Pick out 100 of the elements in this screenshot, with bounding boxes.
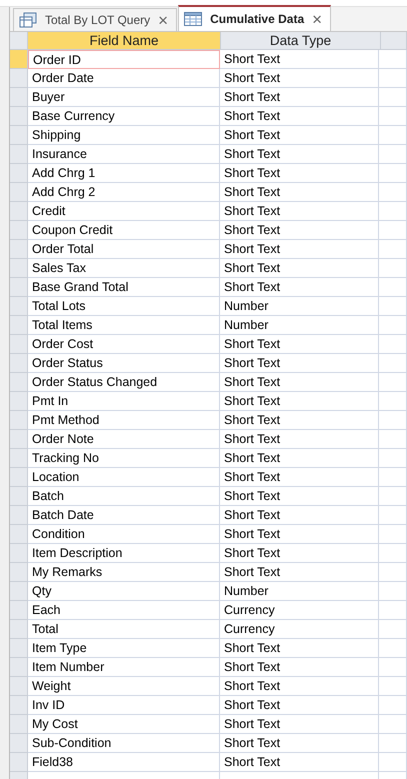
data-type-cell[interactable]: Short Text — [220, 658, 379, 677]
row-selector[interactable] — [10, 430, 28, 449]
description-cell[interactable] — [379, 240, 407, 259]
row-selector[interactable] — [10, 582, 28, 601]
description-cell[interactable] — [379, 164, 407, 183]
row-selector[interactable] — [10, 164, 28, 183]
row-selector[interactable] — [10, 69, 28, 88]
data-type-cell[interactable]: Short Text — [220, 373, 379, 392]
row-selector[interactable] — [10, 620, 28, 639]
description-cell[interactable] — [379, 582, 407, 601]
row-selector[interactable] — [10, 525, 28, 544]
row-selector[interactable] — [10, 506, 28, 525]
close-icon[interactable]: × — [312, 10, 322, 28]
field-name-cell[interactable]: Total Lots — [28, 297, 220, 316]
data-type-cell[interactable]: Short Text — [220, 563, 379, 582]
data-type-cell[interactable]: Currency — [220, 620, 379, 639]
data-type-cell[interactable]: Short Text — [220, 525, 379, 544]
field-name-cell[interactable]: Coupon Credit — [28, 221, 220, 240]
close-icon[interactable]: × — [158, 12, 168, 28]
description-cell[interactable] — [379, 126, 407, 145]
data-type-cell[interactable]: Short Text — [220, 392, 379, 411]
description-cell[interactable] — [379, 620, 407, 639]
row-selector[interactable] — [10, 563, 28, 582]
description-cell[interactable] — [379, 449, 407, 468]
data-type-cell[interactable]: Short Text — [220, 335, 379, 354]
data-type-cell[interactable]: Short Text — [220, 734, 379, 753]
description-cell[interactable] — [379, 202, 407, 221]
field-name-cell[interactable]: Item Type — [28, 639, 220, 658]
field-name-cell[interactable]: Base Grand Total — [28, 278, 220, 297]
description-cell[interactable] — [379, 354, 407, 373]
description-cell[interactable] — [379, 392, 407, 411]
row-selector[interactable] — [10, 696, 28, 715]
field-name-cell[interactable]: Sub-Condition — [28, 734, 220, 753]
row-selector[interactable] — [10, 240, 28, 259]
field-name-cell[interactable]: Inv ID — [28, 696, 220, 715]
row-selector[interactable] — [10, 449, 28, 468]
data-type-cell[interactable]: Short Text — [220, 278, 379, 297]
data-type-cell[interactable]: Number — [220, 316, 379, 335]
field-name-cell[interactable]: Total Items — [28, 316, 220, 335]
field-name-cell[interactable]: Order Date — [28, 69, 220, 88]
data-type-cell[interactable]: Short Text — [220, 449, 379, 468]
field-name-cell[interactable]: Condition — [28, 525, 220, 544]
data-type-cell[interactable]: Short Text — [220, 639, 379, 658]
description-cell[interactable] — [379, 259, 407, 278]
row-selector[interactable] — [10, 297, 28, 316]
row-selector[interactable] — [10, 544, 28, 563]
field-name-cell[interactable]: Base Currency — [28, 107, 220, 126]
field-name-cell[interactable]: My Cost — [28, 715, 220, 734]
row-selector[interactable] — [10, 354, 28, 373]
row-selector[interactable] — [10, 145, 28, 164]
data-type-cell[interactable]: Short Text — [220, 753, 379, 772]
field-name-cell[interactable]: Shipping — [28, 126, 220, 145]
description-cell[interactable] — [379, 69, 407, 88]
row-selector[interactable] — [10, 658, 28, 677]
field-name-cell[interactable]: Total — [28, 620, 220, 639]
data-type-cell[interactable]: Number — [220, 297, 379, 316]
data-type-cell[interactable]: Short Text — [220, 183, 379, 202]
row-selector[interactable] — [10, 335, 28, 354]
field-name-cell[interactable]: My Remarks — [28, 563, 220, 582]
description-cell[interactable] — [379, 487, 407, 506]
description-cell[interactable] — [379, 411, 407, 430]
row-selector[interactable] — [10, 316, 28, 335]
field-name-cell[interactable]: Pmt In — [28, 392, 220, 411]
document-tab[interactable]: Cumulative Data × — [178, 5, 332, 31]
data-type-cell[interactable]: Short Text — [220, 240, 379, 259]
description-cell[interactable] — [379, 316, 407, 335]
field-name-cell[interactable]: Item Number — [28, 658, 220, 677]
field-name-cell[interactable]: Order Note — [28, 430, 220, 449]
data-type-cell[interactable]: Short Text — [220, 164, 379, 183]
row-selector[interactable] — [10, 601, 28, 620]
description-cell[interactable] — [379, 544, 407, 563]
field-name-cell[interactable]: Batch — [28, 487, 220, 506]
data-type-cell[interactable]: Short Text — [220, 544, 379, 563]
field-name-cell[interactable]: Order Cost — [28, 335, 220, 354]
description-cell[interactable] — [379, 658, 407, 677]
description-cell[interactable] — [379, 677, 407, 696]
field-name-cell[interactable]: Credit — [28, 202, 220, 221]
row-selector[interactable] — [10, 88, 28, 107]
row-selector[interactable] — [10, 126, 28, 145]
field-name-cell[interactable]: Each — [28, 601, 220, 620]
row-selector[interactable] — [10, 734, 28, 753]
description-cell[interactable] — [379, 753, 407, 772]
description-cell[interactable] — [379, 468, 407, 487]
data-type-cell[interactable]: Short Text — [220, 145, 379, 164]
description-cell[interactable] — [379, 145, 407, 164]
description-cell[interactable] — [379, 506, 407, 525]
field-name-cell[interactable]: Sales Tax — [28, 259, 220, 278]
description-cell[interactable] — [379, 601, 407, 620]
field-name-cell[interactable]: Location — [28, 468, 220, 487]
document-tab[interactable]: Total By LOT Query × — [13, 8, 178, 31]
data-type-cell[interactable]: Short Text — [220, 221, 379, 240]
row-selector[interactable] — [10, 677, 28, 696]
row-selector[interactable] — [10, 468, 28, 487]
data-type-cell[interactable]: Short Text — [220, 107, 379, 126]
data-type-cell[interactable]: Short Text — [220, 202, 379, 221]
row-selector[interactable] — [10, 487, 28, 506]
field-name-cell[interactable]: Weight — [28, 677, 220, 696]
row-selector[interactable] — [10, 50, 28, 69]
field-name-cell[interactable]: Tracking No — [28, 449, 220, 468]
description-cell[interactable] — [379, 335, 407, 354]
